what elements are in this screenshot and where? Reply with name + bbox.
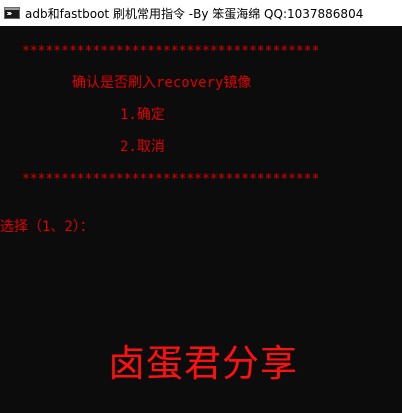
- star-border-top: **************************************: [22, 44, 320, 59]
- selection-prompt: 选择（1、2）：: [0, 219, 94, 235]
- watermark-text: 卤蛋君分享: [108, 342, 298, 385]
- console-window: adb和fastboot 刷机常用指令 -By 笨蛋海绵 QQ:10378868…: [0, 0, 402, 413]
- option-confirm: 1.确定: [120, 107, 165, 123]
- title-bar[interactable]: adb和fastboot 刷机常用指令 -By 笨蛋海绵 QQ:10378868…: [0, 0, 402, 26]
- confirm-question: 确认是否刷入recovery镜像: [72, 75, 252, 91]
- window-title: adb和fastboot 刷机常用指令 -By 笨蛋海绵 QQ:10378868…: [25, 6, 364, 21]
- star-border-bottom: **************************************: [22, 172, 320, 187]
- cmd-console-icon: [4, 7, 20, 19]
- option-cancel: 2.取消: [120, 139, 165, 155]
